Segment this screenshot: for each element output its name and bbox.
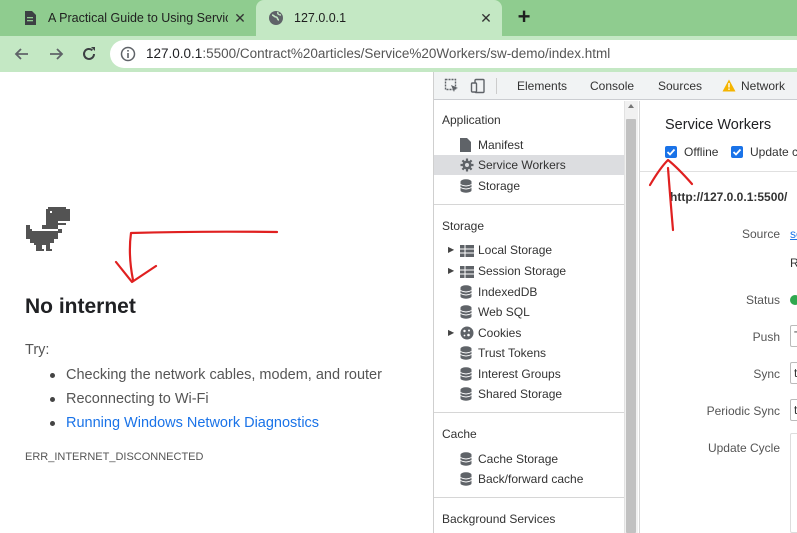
- status-indicator: [790, 295, 797, 305]
- divider: [434, 497, 624, 498]
- cookie-icon: [460, 326, 474, 340]
- database-icon: [460, 472, 473, 486]
- list-item: Reconnecting to Wi-Fi: [48, 387, 382, 411]
- checkmark-icon[interactable]: [731, 146, 743, 158]
- try-label: Try:: [25, 342, 50, 358]
- table-icon: [460, 264, 474, 278]
- database-icon: [460, 179, 473, 193]
- scrollbar-thumb[interactable]: [626, 119, 636, 533]
- url-text: 127.0.0.1:5500/Contract%20articles/Servi…: [146, 46, 611, 61]
- sidebar-item-local-storage[interactable]: ▶ Local Storage: [434, 240, 624, 260]
- sidebar-item-storage[interactable]: Storage: [434, 176, 624, 196]
- sidebar-item-interest-groups[interactable]: Interest Groups: [434, 364, 624, 384]
- sidebar-item-web-sql[interactable]: Web SQL: [434, 302, 624, 322]
- warning-icon: [722, 79, 738, 95]
- status-label: Status: [745, 293, 780, 307]
- list-item: Checking the network cables, modem, and …: [48, 363, 382, 387]
- source-label: Source: [741, 227, 780, 241]
- offline-checkbox[interactable]: Offline: [665, 145, 718, 159]
- file-icon: [460, 138, 473, 152]
- tab-practical-guide[interactable]: A Practical Guide to Using Servic ✕: [8, 0, 256, 36]
- page-content: No internet Try: Checking the network ca…: [0, 72, 433, 533]
- tab-title: A Practical Guide to Using Servic: [48, 11, 228, 25]
- source-link[interactable]: sc: [790, 227, 797, 241]
- push-input[interactable]: T: [790, 325, 797, 347]
- database-icon: [460, 305, 473, 319]
- close-tab-icon[interactable]: ✕: [232, 10, 248, 26]
- sidebar-item-cache-storage[interactable]: Cache Storage: [434, 449, 624, 469]
- database-icon: [460, 367, 473, 381]
- periodic-sync-input[interactable]: t: [790, 399, 797, 421]
- expand-arrow-icon[interactable]: ▶: [448, 323, 454, 343]
- divider: [434, 412, 624, 413]
- scroll-up-arrow-icon[interactable]: [628, 104, 634, 108]
- received-value: R: [790, 256, 797, 270]
- devtools-tab-bar: Elements Console Sources Network: [434, 72, 797, 100]
- gear-icon: [460, 158, 474, 172]
- sidebar-item-shared-storage[interactable]: Shared Storage: [434, 384, 624, 404]
- sidebar-item-manifest[interactable]: Manifest: [434, 135, 624, 155]
- database-icon: [460, 346, 473, 360]
- reload-icon[interactable]: [79, 44, 99, 64]
- sidebar-item-indexeddb[interactable]: IndexedDB: [434, 282, 624, 302]
- database-icon: [460, 387, 473, 401]
- update-cycle-label: Update Cycle: [707, 441, 780, 455]
- divider: [434, 204, 624, 205]
- sidebar-item-session-storage[interactable]: ▶ Session Storage: [434, 261, 624, 281]
- update-cycle-table: [790, 433, 797, 533]
- tab-localhost[interactable]: 127.0.0.1 ✕: [256, 0, 502, 36]
- close-tab-icon[interactable]: ✕: [478, 10, 494, 26]
- info-icon[interactable]: [120, 46, 136, 62]
- document-icon: [22, 10, 38, 26]
- suggestion-list: Checking the network cables, modem, and …: [48, 363, 382, 435]
- error-code: ERR_INTERNET_DISCONNECTED: [25, 451, 204, 463]
- back-arrow-icon[interactable]: [12, 44, 32, 64]
- section-background-services: Background Services: [442, 512, 556, 526]
- diagnostics-link[interactable]: Running Windows Network Diagnostics: [48, 411, 382, 435]
- periodic-sync-label: Periodic Sync: [706, 404, 780, 418]
- update-on-reload-checkbox[interactable]: Update c: [731, 145, 797, 159]
- address-bar[interactable]: 127.0.0.1:5500/Contract%20articles/Servi…: [110, 40, 797, 68]
- inspect-element-icon[interactable]: [444, 78, 460, 94]
- tab-elements[interactable]: Elements: [517, 79, 567, 93]
- sidebar-item-cookies[interactable]: ▶ Cookies: [434, 323, 624, 343]
- sidebar-item-service-workers[interactable]: Service Workers: [434, 155, 624, 175]
- new-tab-button[interactable]: +: [512, 6, 536, 30]
- table-icon: [460, 243, 474, 257]
- dino-icon[interactable]: [26, 207, 70, 258]
- devtools-panel: Elements Console Sources Network Applica…: [433, 72, 797, 533]
- expand-arrow-icon[interactable]: ▶: [448, 240, 454, 260]
- divider: [640, 171, 797, 172]
- tab-strip: A Practical Guide to Using Servic ✕ 127.…: [0, 0, 797, 36]
- tab-sources[interactable]: Sources: [658, 79, 702, 93]
- service-workers-pane: Service Workers Offline Update c http://…: [639, 101, 797, 533]
- expand-arrow-icon[interactable]: ▶: [448, 261, 454, 281]
- forward-arrow-icon[interactable]: [46, 44, 66, 64]
- pane-title: Service Workers: [665, 117, 772, 133]
- tab-title: 127.0.0.1: [294, 11, 347, 25]
- tab-network[interactable]: Network: [741, 79, 785, 93]
- sidebar-item-trust-tokens[interactable]: Trust Tokens: [434, 343, 624, 363]
- globe-icon: [268, 10, 284, 26]
- push-label: Push: [752, 330, 780, 344]
- divider: [496, 78, 497, 94]
- database-icon: [460, 285, 473, 299]
- sync-input[interactable]: t: [790, 362, 797, 384]
- section-application: Application: [442, 113, 501, 127]
- device-toggle-icon[interactable]: [470, 78, 486, 94]
- checkmark-icon[interactable]: [665, 146, 677, 158]
- section-storage: Storage: [442, 219, 485, 233]
- page-title: No internet: [25, 295, 136, 318]
- browser-toolbar: 127.0.0.1:5500/Contract%20articles/Servi…: [0, 36, 797, 72]
- sidebar-item-back-forward-cache[interactable]: Back/forward cache: [434, 469, 624, 489]
- database-icon: [460, 452, 473, 466]
- worker-url: http://127.0.0.1:5500/: [670, 190, 788, 204]
- sync-label: Sync: [753, 367, 780, 381]
- tab-console[interactable]: Console: [590, 79, 634, 93]
- application-sidebar: Application Manifest Service Workers Sto…: [434, 101, 624, 533]
- section-cache: Cache: [442, 427, 477, 441]
